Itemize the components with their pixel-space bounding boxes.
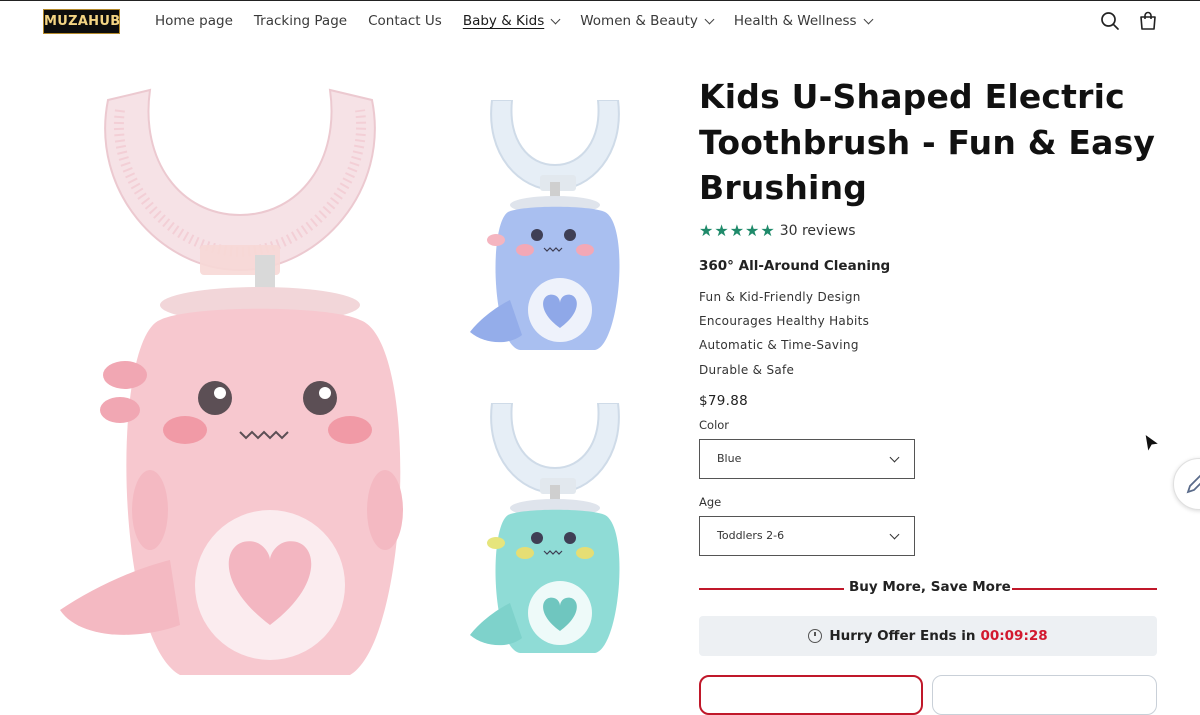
chevron-down-icon xyxy=(889,452,900,463)
star-icon: ★ xyxy=(714,221,729,240)
star-icon: ★ xyxy=(699,221,714,240)
nav-health-wellness[interactable]: Health & Wellness xyxy=(733,11,874,31)
color-select[interactable]: Blue xyxy=(699,439,915,479)
star-icon: ★ xyxy=(760,221,775,240)
bundle-heading: Buy More, Save More xyxy=(849,579,1011,595)
chevron-down-icon xyxy=(889,529,900,540)
bundle-option-1[interactable] xyxy=(699,675,923,715)
search-icon[interactable] xyxy=(1099,10,1121,32)
nav-health-wellness-label: Health & Wellness xyxy=(733,13,857,29)
chevron-down-icon xyxy=(550,14,561,24)
age-select-value: Toddlers 2-6 xyxy=(717,529,785,542)
nav-home-label: Home page xyxy=(155,13,233,29)
nav-contact[interactable]: Contact Us xyxy=(368,11,442,31)
divider-left xyxy=(699,588,844,590)
chevron-down-icon xyxy=(863,14,874,24)
color-label: Color xyxy=(699,418,730,432)
nav-women-beauty[interactable]: Women & Beauty xyxy=(580,11,715,31)
edit-button[interactable] xyxy=(1173,458,1200,510)
feature-item: Fun & Kid-Friendly Design xyxy=(699,290,861,304)
main-nav: Home page Tracking Page Contact Us Baby … xyxy=(155,11,893,31)
top-border xyxy=(0,0,1200,1)
nav-women-beauty-label: Women & Beauty xyxy=(580,13,698,29)
feature-item: Durable & Safe xyxy=(699,363,795,377)
review-count: 30 reviews xyxy=(779,223,856,239)
nav-baby-kids-label: Baby & Kids xyxy=(462,13,545,29)
nav-tracking-label: Tracking Page xyxy=(253,13,348,29)
stopwatch-icon xyxy=(808,629,823,643)
feature-item: Encourages Healthy Habits xyxy=(699,314,870,328)
chevron-down-icon xyxy=(704,14,715,24)
star-icon: ★ xyxy=(729,221,745,240)
nav-contact-label: Contact Us xyxy=(368,13,442,29)
bundle-option-2[interactable] xyxy=(932,675,1157,715)
color-select-value: Blue xyxy=(717,452,742,465)
product-title: Kids U-Shaped Electric Toothbrush - Fun … xyxy=(699,77,1156,207)
feature-item: Automatic & Time-Saving xyxy=(699,338,859,352)
age-label: Age xyxy=(699,495,722,509)
mouse-cursor-icon xyxy=(1144,432,1161,454)
product-thumbnail-blue[interactable] xyxy=(470,100,630,355)
offer-timer: 00:09:28 xyxy=(980,628,1048,644)
offer-text: Hurry Offer Ends in xyxy=(829,628,976,644)
nav-baby-kids[interactable]: Baby & Kids xyxy=(462,11,561,31)
store-logo[interactable]: MUZAHUB xyxy=(43,9,120,34)
cart-icon[interactable] xyxy=(1137,10,1159,32)
product-image-main[interactable] xyxy=(50,80,430,680)
nav-tracking[interactable]: Tracking Page xyxy=(254,11,347,31)
divider-right xyxy=(1012,588,1157,590)
headline-feature: 360° All-Around Cleaning xyxy=(699,258,891,274)
product-rating[interactable]: ★ ★ ★ ★ ★ 30 reviews xyxy=(699,222,856,240)
product-thumbnail-teal[interactable] xyxy=(470,403,630,658)
pencil-icon xyxy=(1186,474,1200,494)
nav-home[interactable]: Home page xyxy=(155,11,233,31)
offer-banner: Hurry Offer Ends in 00:09:28 xyxy=(699,616,1157,656)
star-icon: ★ xyxy=(745,221,760,240)
product-price: $79.88 xyxy=(699,393,749,409)
age-select[interactable]: Toddlers 2-6 xyxy=(699,516,915,556)
